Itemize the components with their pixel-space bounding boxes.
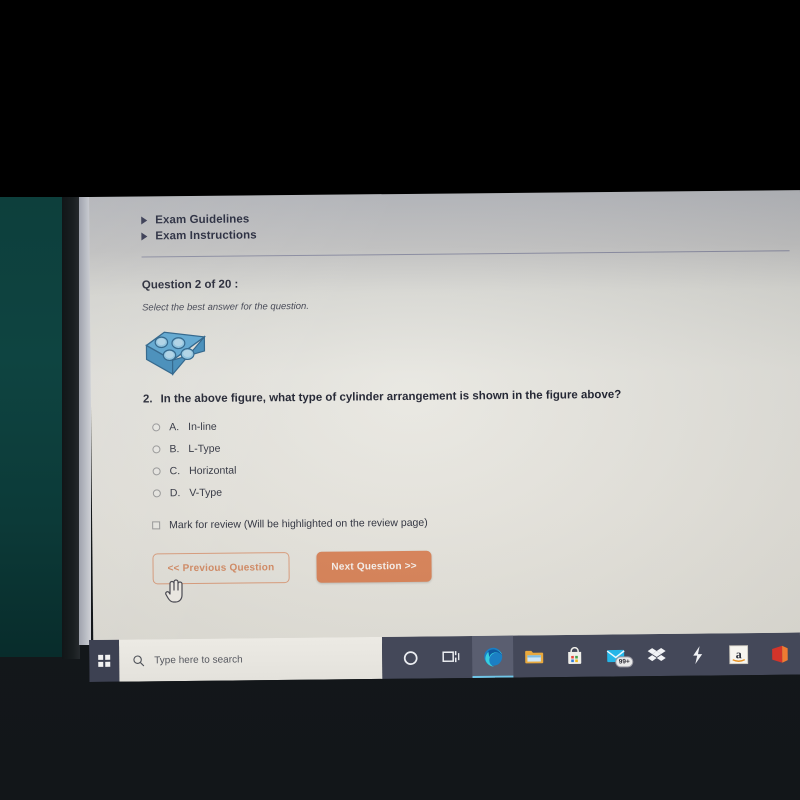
exam-links-group: Exam Guidelines Exam Instructions <box>141 208 800 242</box>
radio-button-icon[interactable] <box>152 445 161 454</box>
taskbar-item-amazon[interactable]: a <box>718 633 759 675</box>
task-view-icon <box>442 651 460 663</box>
section-divider <box>141 250 790 258</box>
radio-button-icon[interactable] <box>152 467 161 476</box>
taskbar-item-cortana[interactable] <box>390 636 431 678</box>
windows-logo-icon <box>98 654 111 667</box>
question-figure <box>142 323 800 376</box>
option-b-letter: B. <box>169 443 180 456</box>
taskbar-item-microsoft-office[interactable] <box>759 633 800 675</box>
question-text-row: 2. In the above figure, what type of cyl… <box>142 387 800 406</box>
taskbar-item-lightning[interactable] <box>677 633 718 675</box>
question-counter: Question 2 of 20 : <box>141 278 239 292</box>
option-b[interactable]: B. L-Type <box>143 437 800 455</box>
option-b-label: L-Type <box>188 442 221 456</box>
microsoft-store-icon <box>568 646 582 664</box>
svg-text:a: a <box>736 647 742 661</box>
microsoft-office-icon <box>771 645 788 663</box>
taskbar-search-box[interactable]: Type here to search <box>118 636 383 682</box>
microsoft-edge-icon <box>483 647 502 667</box>
monitor-bezel-dark <box>62 197 80 659</box>
exam-instructions-link[interactable]: Exam Instructions <box>141 224 800 242</box>
mark-for-review-label: Mark for review (Will be highlighted on … <box>169 516 428 532</box>
taskbar-item-microsoft-store[interactable] <box>554 635 595 677</box>
option-d-label: V-Type <box>189 486 223 500</box>
taskbar-item-file-explorer[interactable] <box>513 635 554 677</box>
monitor-bezel-teal <box>0 197 65 657</box>
file-explorer-icon <box>524 650 543 663</box>
option-a-label: In-line <box>188 420 217 434</box>
previous-question-button[interactable]: << Previous Question <box>152 552 290 585</box>
taskbar-item-mail[interactable]: 99+ <box>595 634 636 676</box>
option-c[interactable]: C. Horizontal <box>144 459 800 477</box>
question-number: 2. <box>142 393 153 406</box>
start-button[interactable] <box>89 639 120 682</box>
radio-button-icon[interactable] <box>152 489 161 498</box>
amazon-icon: a <box>729 644 749 664</box>
dropbox-icon <box>647 647 666 661</box>
monitor-photo: Exam Guidelines Exam Instructions Questi… <box>0 0 800 800</box>
option-c-letter: C. <box>169 465 181 478</box>
search-placeholder-text: Type here to search <box>154 653 243 666</box>
option-d[interactable]: D. V-Type <box>144 481 800 499</box>
checkbox-icon[interactable] <box>152 521 161 530</box>
taskbar-item-dropbox[interactable] <box>636 634 677 676</box>
mark-for-review-row[interactable]: Mark for review (Will be highlighted on … <box>144 513 800 531</box>
option-a-letter: A. <box>169 421 180 434</box>
exam-page: Exam Guidelines Exam Instructions Questi… <box>89 190 800 646</box>
radio-button-icon[interactable] <box>152 423 161 432</box>
option-c-label: Horizontal <box>189 464 237 478</box>
next-question-button[interactable]: Next Question >> <box>316 550 432 583</box>
taskbar-item-task-view[interactable] <box>431 636 472 678</box>
exam-guidelines-label: Exam Guidelines <box>155 213 250 227</box>
cortana-icon <box>403 650 418 665</box>
answer-options-group: A. In-line B. L-Type C. Horizontal D. V-… <box>143 415 800 499</box>
navigation-buttons: << Previous Question Next Question >> <box>144 547 800 585</box>
question-instruction: Select the best answer for the question. <box>142 300 310 314</box>
triangle-right-icon <box>141 232 148 241</box>
mail-unread-badge: 99+ <box>615 656 634 668</box>
engine-block-figure-icon <box>145 331 207 376</box>
taskbar-pinned-icons: 99+ a <box>381 632 800 679</box>
taskbar-item-microsoft-edge[interactable] <box>471 635 514 678</box>
monitor-screen: Exam Guidelines Exam Instructions Questi… <box>89 190 800 646</box>
exam-instructions-label: Exam Instructions <box>155 229 257 243</box>
option-a[interactable]: A. In-line <box>143 415 800 433</box>
triangle-right-icon <box>141 216 148 225</box>
lightning-bolt-icon <box>693 645 703 664</box>
question-text: In the above figure, what type of cylind… <box>160 388 622 406</box>
exam-guidelines-link[interactable]: Exam Guidelines <box>141 208 800 226</box>
option-d-letter: D. <box>169 487 181 500</box>
windows-taskbar: Type here to search 99+ a <box>89 632 800 682</box>
search-icon <box>133 654 145 666</box>
